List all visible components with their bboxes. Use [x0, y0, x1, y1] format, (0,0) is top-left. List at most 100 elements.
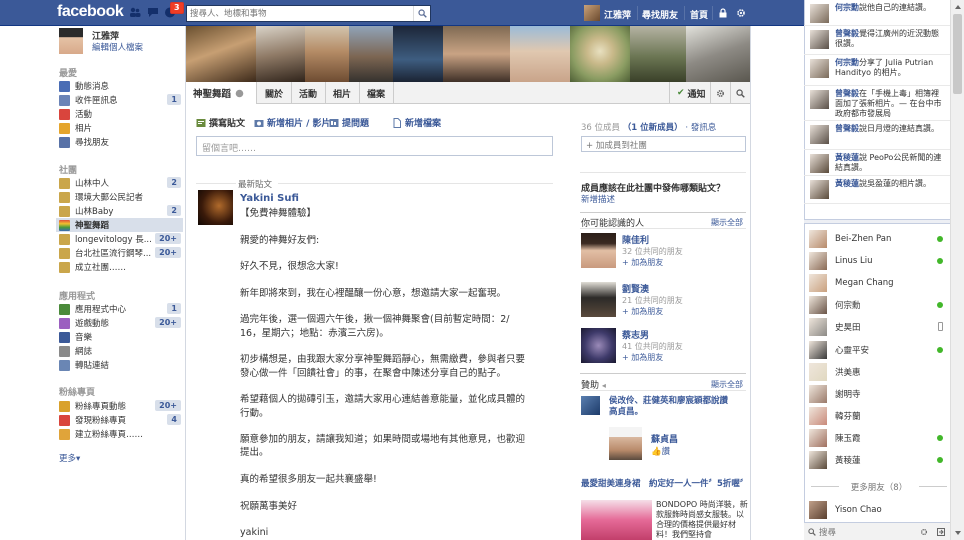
- add-file-tab[interactable]: 新增檔案: [392, 116, 441, 129]
- chat-friend[interactable]: 心靈平安: [809, 340, 949, 360]
- nav-item-group[interactable]: 神聖舞蹈: [56, 218, 183, 232]
- mutual-friends[interactable]: 21 位共同的朋友: [622, 295, 683, 306]
- sponsor-name[interactable]: 蘇貞昌: [651, 432, 678, 445]
- chat-friend[interactable]: 謝明寺: [809, 384, 949, 404]
- member-count[interactable]: 36 位成員: [581, 123, 620, 133]
- ask-question-tab[interactable]: 提問題: [329, 116, 369, 129]
- cover-photo[interactable]: [256, 26, 305, 82]
- tab-events[interactable]: 活動: [291, 82, 327, 104]
- nav-item-app[interactable]: 遊戲動態 20+: [59, 316, 181, 330]
- person-photo[interactable]: [581, 282, 616, 317]
- facebook-logo[interactable]: facebook: [57, 3, 124, 21]
- tab-about[interactable]: 關於: [257, 82, 293, 104]
- add-friend-link[interactable]: + 加為朋友: [622, 257, 663, 268]
- nav-item-group[interactable]: longevitology 長... 20+: [59, 232, 181, 246]
- nav-item-fav[interactable]: 尋找朋友: [59, 135, 181, 149]
- sponsor-page-text[interactable]: 高貞昌。: [609, 407, 643, 417]
- person-name[interactable]: 劉賢澳: [622, 282, 649, 295]
- chat-friend[interactable]: 何宗勳: [809, 295, 949, 315]
- cover-photo[interactable]: [570, 26, 630, 82]
- post-author-name[interactable]: Yakini Sufi: [240, 193, 299, 204]
- group-name-tab[interactable]: 神聖舞蹈: [186, 82, 257, 104]
- notifications-toggle[interactable]: ✔ 通知: [669, 82, 713, 104]
- chat-friend[interactable]: 韓芬蘭: [809, 406, 949, 426]
- cover-photo[interactable]: [393, 26, 443, 82]
- tab-photos[interactable]: 相片: [325, 82, 361, 104]
- chat-friend[interactable]: 洪美惠: [809, 362, 949, 382]
- nav-item-group[interactable]: 山林中人 2: [59, 176, 181, 190]
- more-friends-link[interactable]: 更多朋友（8）: [809, 481, 949, 493]
- add-photo-video-tab[interactable]: 新增相片 / 影片: [254, 116, 331, 129]
- sponsor-photo[interactable]: [609, 427, 642, 460]
- cover-photo[interactable]: [186, 26, 256, 82]
- ticker-story[interactable]: 黃稜蓮說吳盈蓮的相片讚。: [804, 176, 950, 204]
- ticker-story[interactable]: 黃稜蓮說 PeoPo公民新聞的連結真讚。: [804, 150, 950, 176]
- search-bar[interactable]: [186, 5, 431, 22]
- group-search-button[interactable]: [730, 82, 750, 104]
- search-button[interactable]: [413, 6, 430, 21]
- nav-item-app[interactable]: 應用程式中心 1: [59, 302, 181, 316]
- nav-item-group[interactable]: 環境大郵公民記者: [59, 190, 181, 204]
- cover-photo[interactable]: [686, 26, 750, 82]
- top-profile-link[interactable]: 江雅萍: [604, 8, 631, 21]
- scroll-down-arrow-icon[interactable]: [953, 528, 963, 538]
- nav-item-app[interactable]: 網誌: [59, 344, 181, 358]
- nav-item-fav[interactable]: 活動: [59, 107, 181, 121]
- sponsor-friends-avatar[interactable]: [581, 396, 600, 415]
- ticker-resize-handle[interactable]: [804, 219, 950, 224]
- person-photo[interactable]: [581, 328, 616, 363]
- find-friends-link[interactable]: 尋找朋友: [642, 8, 678, 21]
- add-people-input[interactable]: + 加成員到社團: [581, 136, 746, 152]
- chat-friend[interactable]: Bei-Zhen Pan: [809, 229, 949, 249]
- chat-search[interactable]: 搜尋: [808, 526, 836, 538]
- person-photo[interactable]: [581, 233, 616, 268]
- chat-friend[interactable]: 史昊田: [809, 317, 949, 337]
- home-link[interactable]: 首頁: [690, 8, 708, 21]
- post-author-avatar[interactable]: [198, 190, 233, 225]
- nav-item-page[interactable]: 建立粉絲專頁……: [59, 427, 181, 441]
- mutual-friends[interactable]: 41 位共同的朋友: [622, 341, 683, 352]
- chat-friend[interactable]: Yison Chao: [809, 500, 949, 520]
- person-name[interactable]: 陳佳利: [622, 233, 649, 246]
- ticker-story[interactable]: 曾聲毅說日月燈的連結真讚。: [804, 121, 950, 150]
- chat-friend[interactable]: Linus Liu: [809, 251, 949, 271]
- ticker-story[interactable]: 曾聲毅在「手機上毒」相簿裡面加了張新相片。— 在台中市政府都市發展局: [804, 86, 950, 121]
- nav-item-group[interactable]: 台北社區流行鋼琴... 20+: [59, 246, 181, 260]
- nav-item-page[interactable]: 粉絲專頁動態 20+: [59, 399, 181, 413]
- ad-title[interactable]: 最愛甜美連身裙 約定好一人一件〞5折喔〞: [581, 479, 748, 489]
- tab-files[interactable]: 檔案: [359, 82, 395, 104]
- sponsor-like-link[interactable]: 👍讚: [651, 445, 670, 457]
- nav-item-fav[interactable]: 收件匣訊息 1: [59, 93, 181, 107]
- add-description-link[interactable]: 新增描述: [581, 193, 615, 205]
- nav-item-group[interactable]: 山林Baby 2: [59, 204, 181, 218]
- ticker-story[interactable]: 何宗勳分享了 Julia Putrian Handityo 的相片。: [804, 55, 950, 86]
- page-scrollbar[interactable]: [950, 0, 964, 540]
- add-friend-link[interactable]: + 加為朋友: [622, 352, 663, 363]
- friend-requests-icon[interactable]: [129, 7, 141, 18]
- top-user-avatar[interactable]: [584, 5, 600, 21]
- nav-item-app[interactable]: 轉貼連結: [59, 358, 181, 372]
- sponsored-see-all-link[interactable]: 顯示全部: [711, 379, 743, 390]
- person-name[interactable]: 蔡志男: [622, 328, 649, 341]
- cover-photo[interactable]: [443, 26, 510, 82]
- ticker-story[interactable]: 何宗勳說他自己的連結讚。: [804, 0, 950, 26]
- pymk-see-all-link[interactable]: 顯示全部: [711, 217, 743, 228]
- settings-gear-icon[interactable]: [736, 8, 746, 18]
- chat-friend[interactable]: 黃稜蓮: [809, 450, 949, 470]
- composer-input[interactable]: 留個言吧……: [196, 136, 553, 156]
- add-friend-link[interactable]: + 加為朋友: [622, 306, 663, 317]
- nav-item-fav[interactable]: 相片: [59, 121, 181, 135]
- cover-photo[interactable]: [305, 26, 349, 82]
- sponsor-friends-text[interactable]: 侯改伶、莊健英和廖宸穎都說讚: [609, 396, 728, 406]
- scroll-up-arrow-icon[interactable]: [953, 2, 963, 12]
- message-members-link[interactable]: · 發訊息: [685, 123, 716, 133]
- profile-picture[interactable]: [59, 28, 83, 54]
- write-post-tab[interactable]: 撰寫貼文: [196, 116, 245, 129]
- search-input[interactable]: [187, 6, 412, 21]
- chat-friend[interactable]: 陳玉霞: [809, 428, 949, 448]
- ad-text[interactable]: BONDOPO 時尚洋裝，新款服飾時尚感女服裝。以合理的價格提供最好材料！我們堅…: [656, 500, 748, 540]
- nav-item-group[interactable]: 成立社團……: [59, 260, 181, 274]
- notification-count-badge[interactable]: 3: [170, 2, 184, 14]
- scrollbar-thumb[interactable]: [953, 14, 962, 94]
- gear-icon[interactable]: [920, 528, 928, 536]
